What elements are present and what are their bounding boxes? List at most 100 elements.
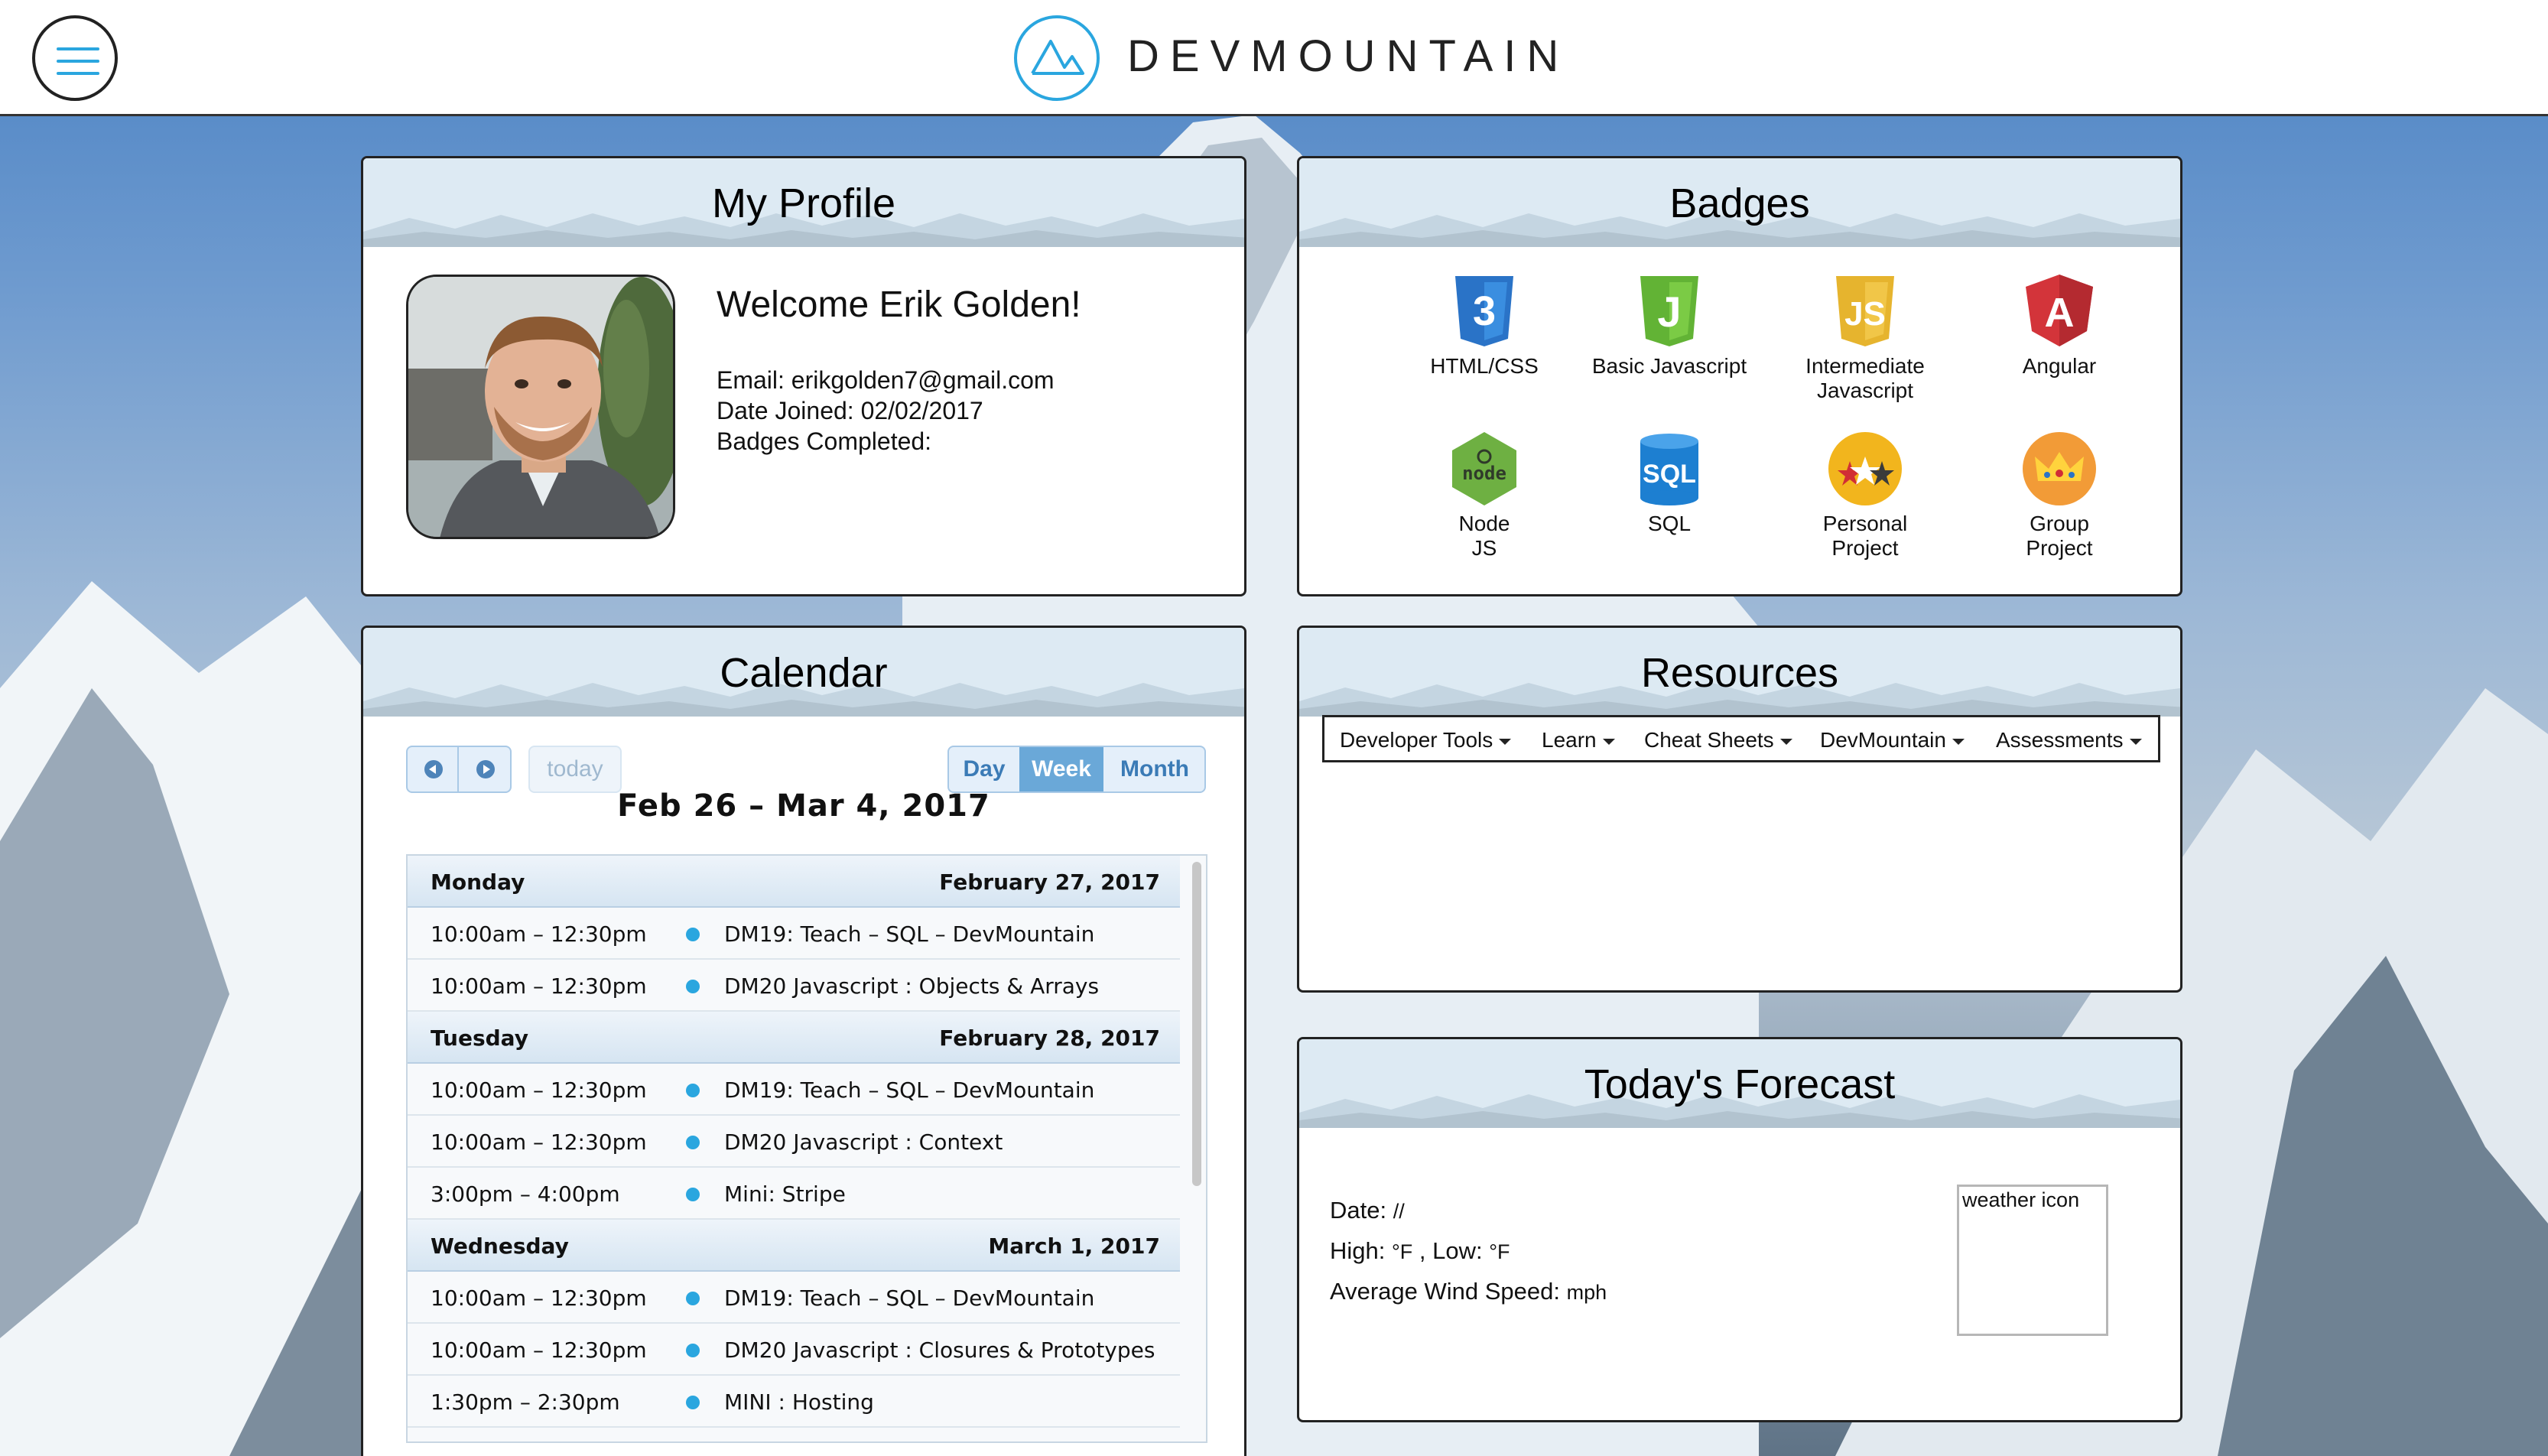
day-view-button[interactable]: Day [949, 747, 1019, 791]
card-header: My Profile [363, 158, 1244, 247]
caret-down-icon [1952, 738, 1965, 745]
event-dot-icon [686, 928, 700, 941]
profile-title: My Profile [711, 180, 896, 226]
calendar-nav-buttons [406, 746, 512, 793]
card-header: Today's Forecast [1299, 1039, 2180, 1128]
j-shield-icon: J [1640, 276, 1698, 346]
badge-label: HTML/CSS [1430, 354, 1539, 378]
badge-sql[interactable]: SQL SQL [1578, 431, 1761, 536]
event-title: DM20 Javascript : Closures & Prototypes [724, 1337, 1155, 1363]
date-joined-value: 02/02/2017 [860, 397, 983, 424]
day-date: February 27, 2017 [939, 869, 1160, 895]
badge-label: SQL [1647, 512, 1692, 535]
month-view-button[interactable]: Month [1103, 747, 1204, 791]
assessments-dropdown[interactable]: Assessments [1996, 728, 2142, 752]
angular-shield-icon: A [2026, 275, 2093, 346]
learn-dropdown[interactable]: Learn [1542, 728, 1615, 752]
weather-icon: weather icon [1957, 1185, 2108, 1336]
event-row[interactable]: 10:00am – 12:30pm DM19: Teach – SQL – De… [408, 1064, 1180, 1116]
day-name: Wednesday [431, 1233, 569, 1259]
dropdown-label: Learn [1542, 728, 1597, 752]
badge-node-js[interactable]: node Node JS [1393, 431, 1576, 561]
badge-html-css[interactable]: 3 HTML/CSS [1393, 273, 1576, 379]
badge-personal-project[interactable]: Personal Project [1773, 431, 1957, 561]
date-joined-label: Date Joined: [717, 397, 854, 424]
badge-label: Intermediate Javascript [1805, 354, 1925, 402]
event-row[interactable]: 10:00am – 12:30pm DM20 Javascript : Clos… [408, 1324, 1180, 1376]
event-time: 10:00am – 12:30pm [431, 1285, 647, 1311]
forecast-temp-row: High: °F , Low: °F [1330, 1237, 1510, 1264]
week-view-button[interactable]: Week [1019, 747, 1103, 791]
badge-group-project[interactable]: Group Project [1968, 431, 2151, 561]
event-time: 10:00am – 12:30pm [431, 1337, 647, 1363]
email-row: Email: erikgolden7@gmail.com [717, 365, 1055, 395]
event-time: 10:00am – 12:30pm [431, 921, 647, 947]
caret-down-icon [2129, 738, 2142, 745]
day-header-row: Wednesday March 1, 2017 [408, 1220, 1180, 1272]
event-dot-icon [686, 980, 700, 993]
event-list-scrollbar[interactable] [1192, 862, 1201, 1186]
profile-details: Email: erikgolden7@gmail.com Date Joined… [717, 365, 1055, 457]
node-hexagon-icon: node [1452, 432, 1516, 505]
day-name: Monday [431, 869, 525, 895]
event-row[interactable]: 10:00am – 12:30pm DM20 Javascript : Cont… [408, 1116, 1180, 1168]
day-date: February 28, 2017 [939, 1025, 1160, 1051]
today-button[interactable]: today [528, 746, 622, 793]
card-header: Badges [1299, 158, 2180, 247]
low-label: Low: [1432, 1237, 1483, 1264]
cheat-sheets-dropdown[interactable]: Cheat Sheets [1644, 728, 1792, 752]
badges-card: Badges 3 HTML/CSS J Basic Javascript JS … [1297, 156, 2182, 596]
high-label: High: [1330, 1237, 1386, 1264]
dropdown-label: DevMountain [1820, 728, 1946, 752]
svg-text:J: J [1657, 288, 1681, 336]
event-title: DM20 Javascript : Objects & Arrays [724, 973, 1100, 999]
event-list[interactable]: Monday February 27, 2017 10:00am – 12:30… [406, 854, 1207, 1443]
event-dot-icon [686, 1084, 700, 1097]
arrow-left-icon [429, 765, 436, 774]
event-dot-icon [686, 1292, 700, 1305]
mountain-logo-icon [1014, 15, 1100, 101]
menu-bar [57, 47, 99, 50]
event-time: 10:00am – 12:30pm [431, 1077, 647, 1103]
badges-completed-row: Badges Completed: [717, 426, 1055, 457]
event-title: DM19: Teach – SQL – DevMountain [724, 921, 1095, 947]
devmountain-dropdown[interactable]: DevMountain [1820, 728, 1965, 752]
caret-down-icon [1779, 738, 1792, 745]
wind-label: Average Wind Speed: [1330, 1278, 1561, 1305]
email-value: erikgolden7@gmail.com [791, 366, 1055, 394]
top-navigation-bar: DEVMOUNTAIN [0, 0, 2548, 116]
svg-text:node: node [1462, 463, 1506, 484]
event-row[interactable]: 10:00am – 12:30pm DM20 Javascript : Obje… [408, 960, 1180, 1012]
badge-label: Group Project [2026, 512, 2093, 560]
menu-bar [57, 60, 99, 63]
forecast-date-row: Date: // [1330, 1191, 1607, 1231]
event-title: DM19: Teach – SQL – DevMountain [724, 1077, 1095, 1103]
profile-photo [406, 275, 675, 539]
event-row[interactable]: 3:00pm – 4:00pm Mini: Stripe [408, 1168, 1180, 1220]
badge-basic-javascript[interactable]: J Basic Javascript [1578, 273, 1761, 379]
stars-circle-icon [1828, 432, 1902, 505]
resources-title: Resources [1640, 650, 1839, 696]
previous-week-button[interactable] [408, 747, 459, 791]
forecast-date-value: // [1393, 1200, 1405, 1223]
next-week-button[interactable] [460, 747, 511, 791]
event-title: DM20 Javascript : Context [724, 1129, 1003, 1155]
event-row[interactable]: 10:00am – 12:30pm DM19: Teach – SQL – De… [408, 908, 1180, 960]
badge-label: Basic Javascript [1591, 354, 1747, 378]
calendar-title: Calendar [720, 650, 888, 696]
sql-database-icon: SQL [1640, 434, 1698, 505]
js-shield-icon: JS [1836, 276, 1894, 346]
dropdown-label: Cheat Sheets [1644, 728, 1774, 752]
resources-menu-bar: Developer Tools Learn Cheat Sheets DevMo… [1322, 715, 2160, 762]
event-row[interactable]: 1:30pm – 2:30pm MINI : Hosting [408, 1376, 1180, 1428]
calendar-card: Calendar today Day Week Month Feb 26 – M… [361, 626, 1246, 1456]
svg-text:SQL: SQL [1643, 460, 1696, 489]
hamburger-menu-button[interactable] [32, 15, 118, 101]
developer-tools-dropdown[interactable]: Developer Tools [1340, 728, 1512, 752]
badge-angular[interactable]: A Angular [1968, 273, 2151, 379]
badge-label: Angular [2022, 354, 2097, 378]
card-header: Calendar [363, 628, 1244, 717]
event-row[interactable]: 10:00am – 12:30pm DM19: Teach – SQL – De… [408, 1272, 1180, 1324]
badge-intermediate-javascript[interactable]: JS Intermediate Javascript [1773, 273, 1957, 403]
forecast-date-label: Date: [1330, 1197, 1387, 1224]
